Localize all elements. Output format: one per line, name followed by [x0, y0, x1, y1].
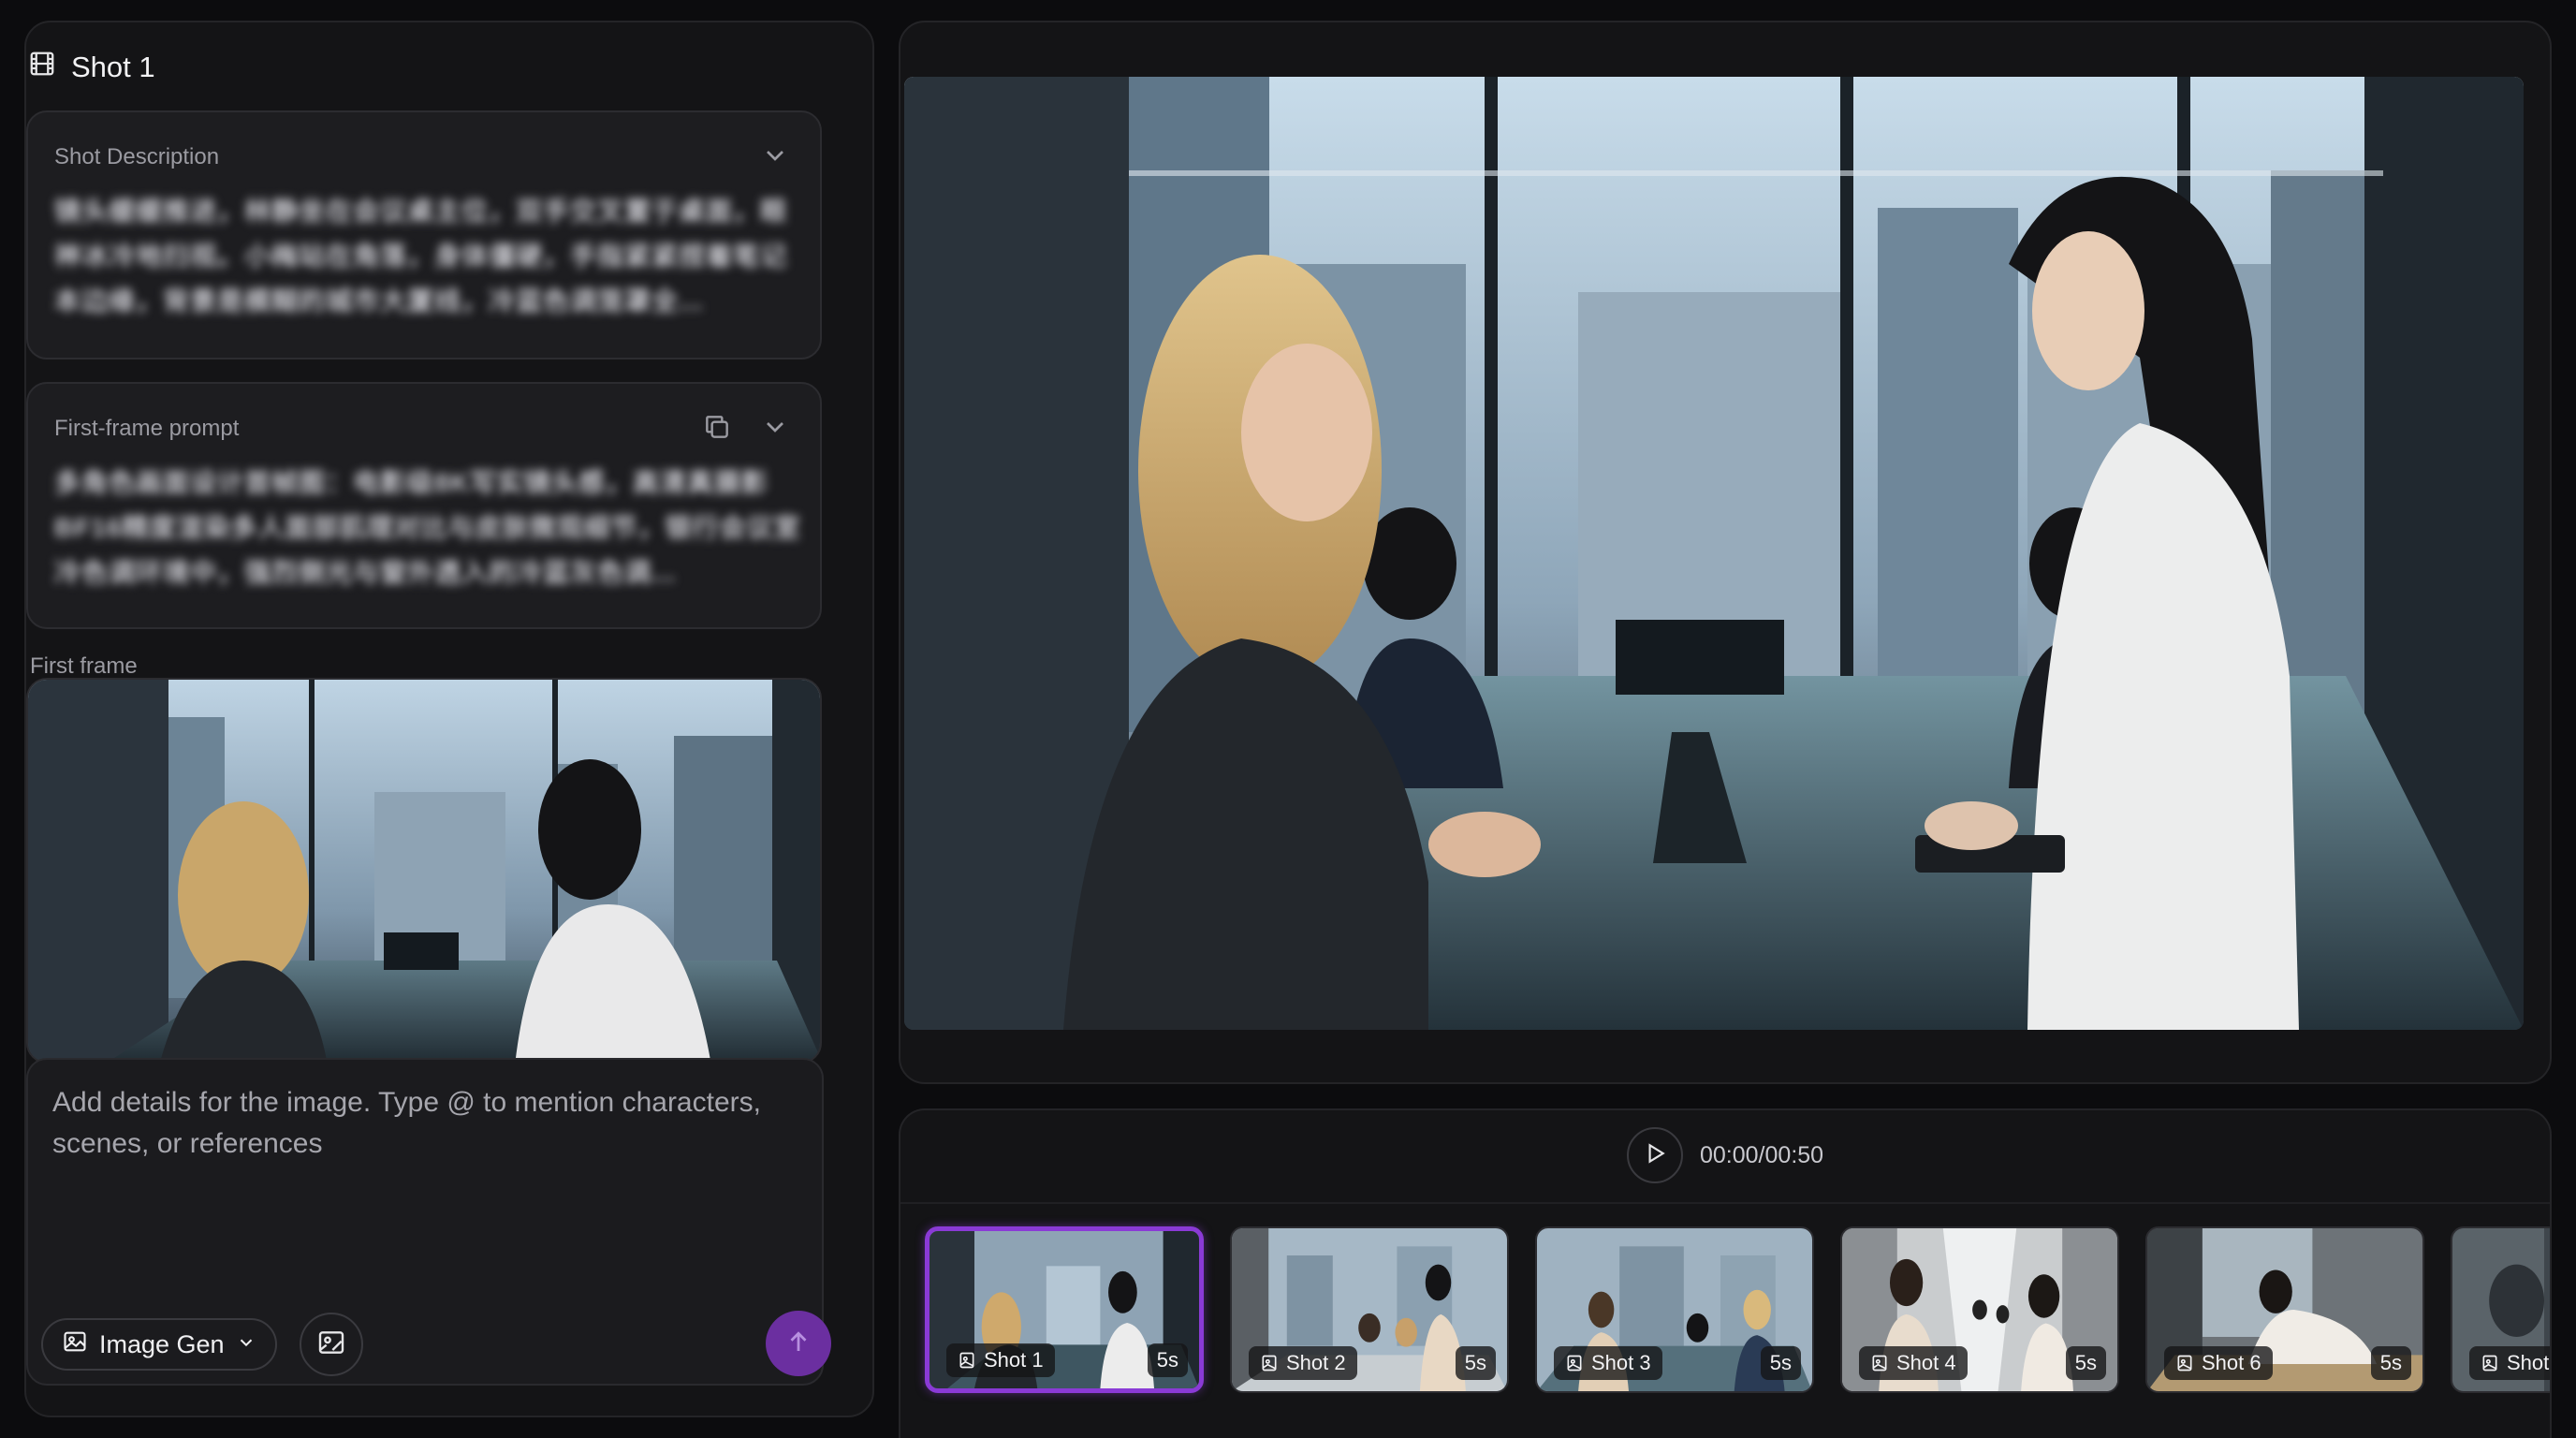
prompt-placeholder[interactable]: Add details for the image. Type @ to men… — [52, 1082, 801, 1165]
shot-label: Shot 1 — [946, 1343, 1055, 1377]
first-frame-prompt-card[interactable]: First-frame prompt 多角色画面设计首帧图：电影级8K写实镜头感… — [26, 382, 822, 629]
shot-label: Shot 6 — [2164, 1346, 2273, 1380]
first-frame-prompt-text: 多角色画面设计首帧图：电影级8K写实镜头感，高清真摄影BF16精度渲染多人面部肌… — [54, 468, 801, 587]
shot-label: Shot 3 — [1554, 1346, 1662, 1380]
shot-thumbnail-2[interactable]: Shot 2 5s — [1230, 1226, 1509, 1393]
first-frame-prompt-label: First-frame prompt — [54, 416, 240, 441]
shot-thumbnail-1[interactable]: Shot 1 5s — [925, 1226, 1204, 1393]
shot-thumbnail-5[interactable]: Shot 6 5s — [2145, 1226, 2424, 1393]
shot-description-card[interactable]: Shot Description 镜头缓缓推进，林静坐在会议桌主位，双手交叉置于… — [26, 110, 822, 360]
shot-duration: 5s — [1455, 1346, 1496, 1380]
shot-thumbnail-3[interactable]: Shot 3 5s — [1535, 1226, 1814, 1393]
play-button[interactable] — [1627, 1127, 1683, 1183]
timeline-panel: 00:00/00:50 Shot 1 5s Shot 2 5s Shot 3 5… — [899, 1108, 2552, 1438]
shot-thumbnail-6[interactable]: Shot — [2451, 1226, 2550, 1393]
image-upload-button[interactable] — [300, 1313, 363, 1376]
image-gen-label: Image Gen — [99, 1329, 225, 1358]
shot-description-text: 镜头缓缓推进，林静坐在会议桌主位，双手交叉置于桌面，眼神冰冷地扫视。小梅站在角落… — [54, 197, 788, 315]
shot-title: Shot 1 — [71, 51, 155, 83]
image-edit-icon — [316, 1328, 346, 1362]
timeline-divider — [900, 1202, 2550, 1204]
image-gen-dropdown[interactable]: Image Gen — [41, 1318, 277, 1371]
chevron-down-icon[interactable] — [760, 412, 790, 447]
chevron-down-icon[interactable] — [760, 140, 790, 175]
preview-image[interactable] — [904, 77, 2524, 1030]
first-frame-label: First frame — [30, 653, 138, 679]
chevron-down-icon — [236, 1330, 256, 1359]
shot-label: Shot 2 — [1249, 1346, 1357, 1380]
first-frame-image[interactable] — [26, 678, 822, 1064]
shot-duration: 5s — [2370, 1346, 2411, 1380]
shot-description-label: Shot Description — [54, 144, 220, 169]
play-icon — [1643, 1141, 1667, 1170]
shot-duration: 5s — [1147, 1343, 1188, 1377]
film-icon — [28, 50, 56, 85]
copy-icon[interactable] — [702, 412, 732, 447]
shot-duration: 5s — [2065, 1346, 2106, 1380]
arrow-up-icon — [784, 1328, 812, 1360]
shot-thumbnail-4[interactable]: Shot 4 5s — [1840, 1226, 2119, 1393]
image-icon — [62, 1328, 88, 1361]
shot-label: Shot — [2469, 1346, 2550, 1380]
shot-label: Shot 4 — [1859, 1346, 1968, 1380]
panel-header: Shot 1 — [28, 47, 155, 88]
send-button[interactable] — [766, 1311, 831, 1376]
time-readout: 00:00/00:50 — [1700, 1142, 1824, 1168]
shot-duration: 5s — [1760, 1346, 1801, 1380]
